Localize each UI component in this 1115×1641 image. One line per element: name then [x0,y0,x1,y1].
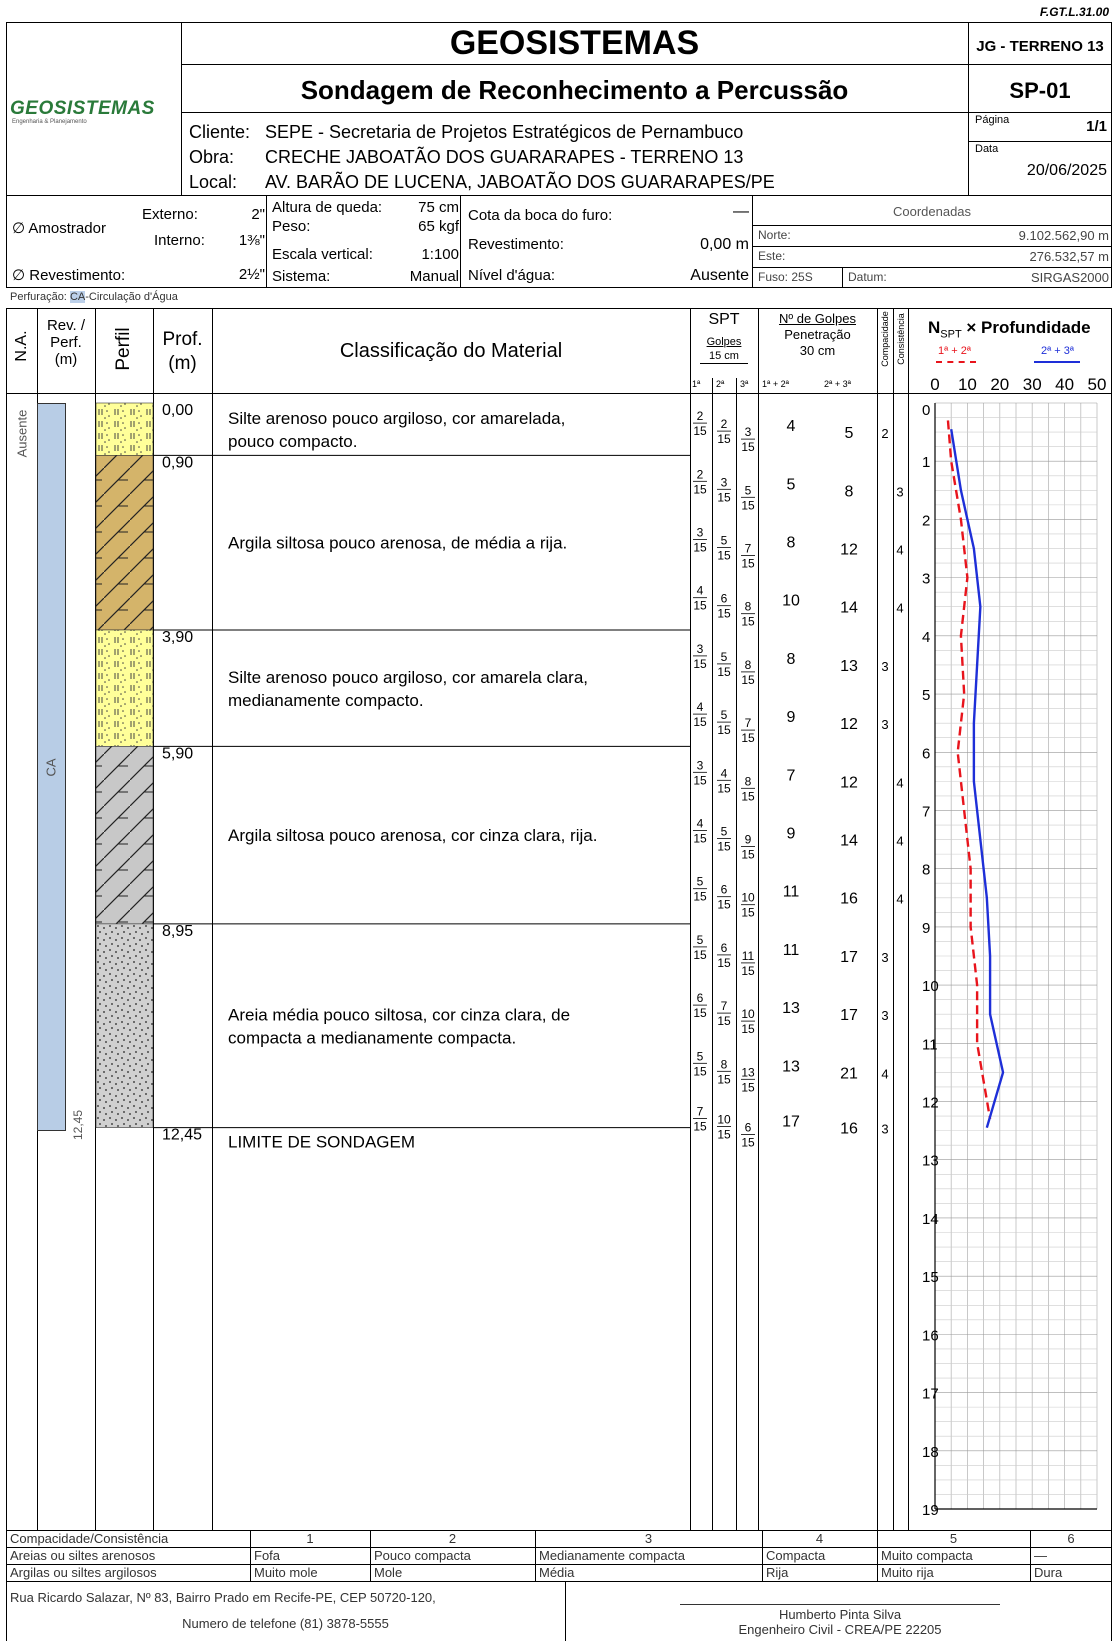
legend-cell: Média [539,1565,575,1580]
legend-cell: — [1034,1548,1047,1563]
legend-divider [535,1531,536,1548]
x-tick-label: 20 [990,375,1009,394]
legend-divider [370,1548,371,1565]
y-tick-label: 12 [922,1095,939,1112]
y-tick-label: 16 [922,1327,939,1344]
y-tick-label: 18 [922,1444,939,1461]
chart-series [946,420,1005,1129]
y-tick-label: 1 [922,454,930,471]
legend-cell: Fofa [254,1548,281,1563]
legend-divider [250,1565,251,1582]
legend-cell: Mole [374,1565,403,1580]
legend-cell: 2 [448,1531,457,1546]
footer-address: Rua Ricardo Salazar, Nº 83, Bairro Prado… [10,1590,436,1605]
legend-cell: 5 [949,1531,958,1546]
legend-cell: Compacta [766,1548,826,1563]
legend-divider [762,1531,763,1548]
legend-cell: Muito compacta [881,1548,973,1563]
legend-cell: Pouco compacta [374,1548,471,1563]
y-tick-label: 15 [922,1269,939,1286]
legend-cell: Rija [766,1565,789,1580]
legend-divider [535,1548,536,1565]
legend-divider [877,1531,878,1548]
y-tick-label: 9 [922,920,930,937]
chart-x-ticks: 0 10 20 30 40 50 [930,375,1106,394]
legend-divider [877,1565,878,1582]
y-tick-label: 8 [922,862,930,879]
x-tick-label: 10 [958,375,977,394]
chart-grid [934,402,1098,1510]
legend-divider [762,1548,763,1565]
y-tick-label: 0 [922,402,930,419]
y-tick-label: 4 [922,629,930,646]
footer-phone: Numero de telefone (81) 3878-5555 [182,1616,389,1631]
y-tick-label: 19 [922,1502,939,1519]
legend-divider [250,1548,251,1565]
legend-cell: Argilas ou siltes argilosos [10,1565,157,1580]
signature-line [680,1604,1000,1605]
legend-cell: Dura [1034,1565,1063,1580]
legend-cell: Medianamente compacta [539,1548,685,1563]
y-tick-label: 17 [922,1386,939,1403]
legend-divider [877,1548,878,1565]
nspt-chart: 0 10 20 30 40 50 0123456789101112131415161718… [922,375,1106,1519]
y-tick-label: 2 [922,512,930,529]
engineer-name: Humberto Pinta Silva [778,1607,902,1622]
legend-divider [762,1565,763,1582]
legend-divider [370,1531,371,1548]
legend-divider [370,1565,371,1582]
x-tick-label: 50 [1088,375,1107,394]
legend-cell: 1 [306,1531,314,1546]
y-tick-label: 5 [922,687,930,704]
legend-divider [1030,1565,1031,1582]
chart-y-ticks: 012345678910111213141516171819 [922,402,939,1519]
legend-cell: 3 [644,1531,653,1546]
y-tick-label: 11 [922,1036,938,1053]
legend-cell: 6 [1067,1531,1075,1546]
x-tick-label: 40 [1055,375,1074,394]
x-tick-label: 0 [930,375,939,394]
y-tick-label: 10 [922,978,939,995]
legend-divider [1030,1531,1031,1548]
legend-cell: Muito mole [254,1565,318,1580]
legend-divider [250,1531,251,1548]
legend-divider [1030,1548,1031,1565]
y-tick-label: 7 [922,803,930,820]
y-tick-label: 6 [922,745,930,762]
y-tick-label: 13 [922,1153,939,1170]
x-tick-label: 30 [1023,375,1042,394]
legend-cell: Compacidade/Consistência [10,1531,169,1546]
legend-cell: Areias ou siltes arenosos [10,1548,156,1563]
legend-divider [535,1565,536,1582]
legend-cell: Muito rija [881,1565,934,1580]
y-tick-label: 3 [922,571,930,588]
legend-cell: 4 [815,1531,824,1546]
y-tick-label: 14 [922,1211,939,1228]
